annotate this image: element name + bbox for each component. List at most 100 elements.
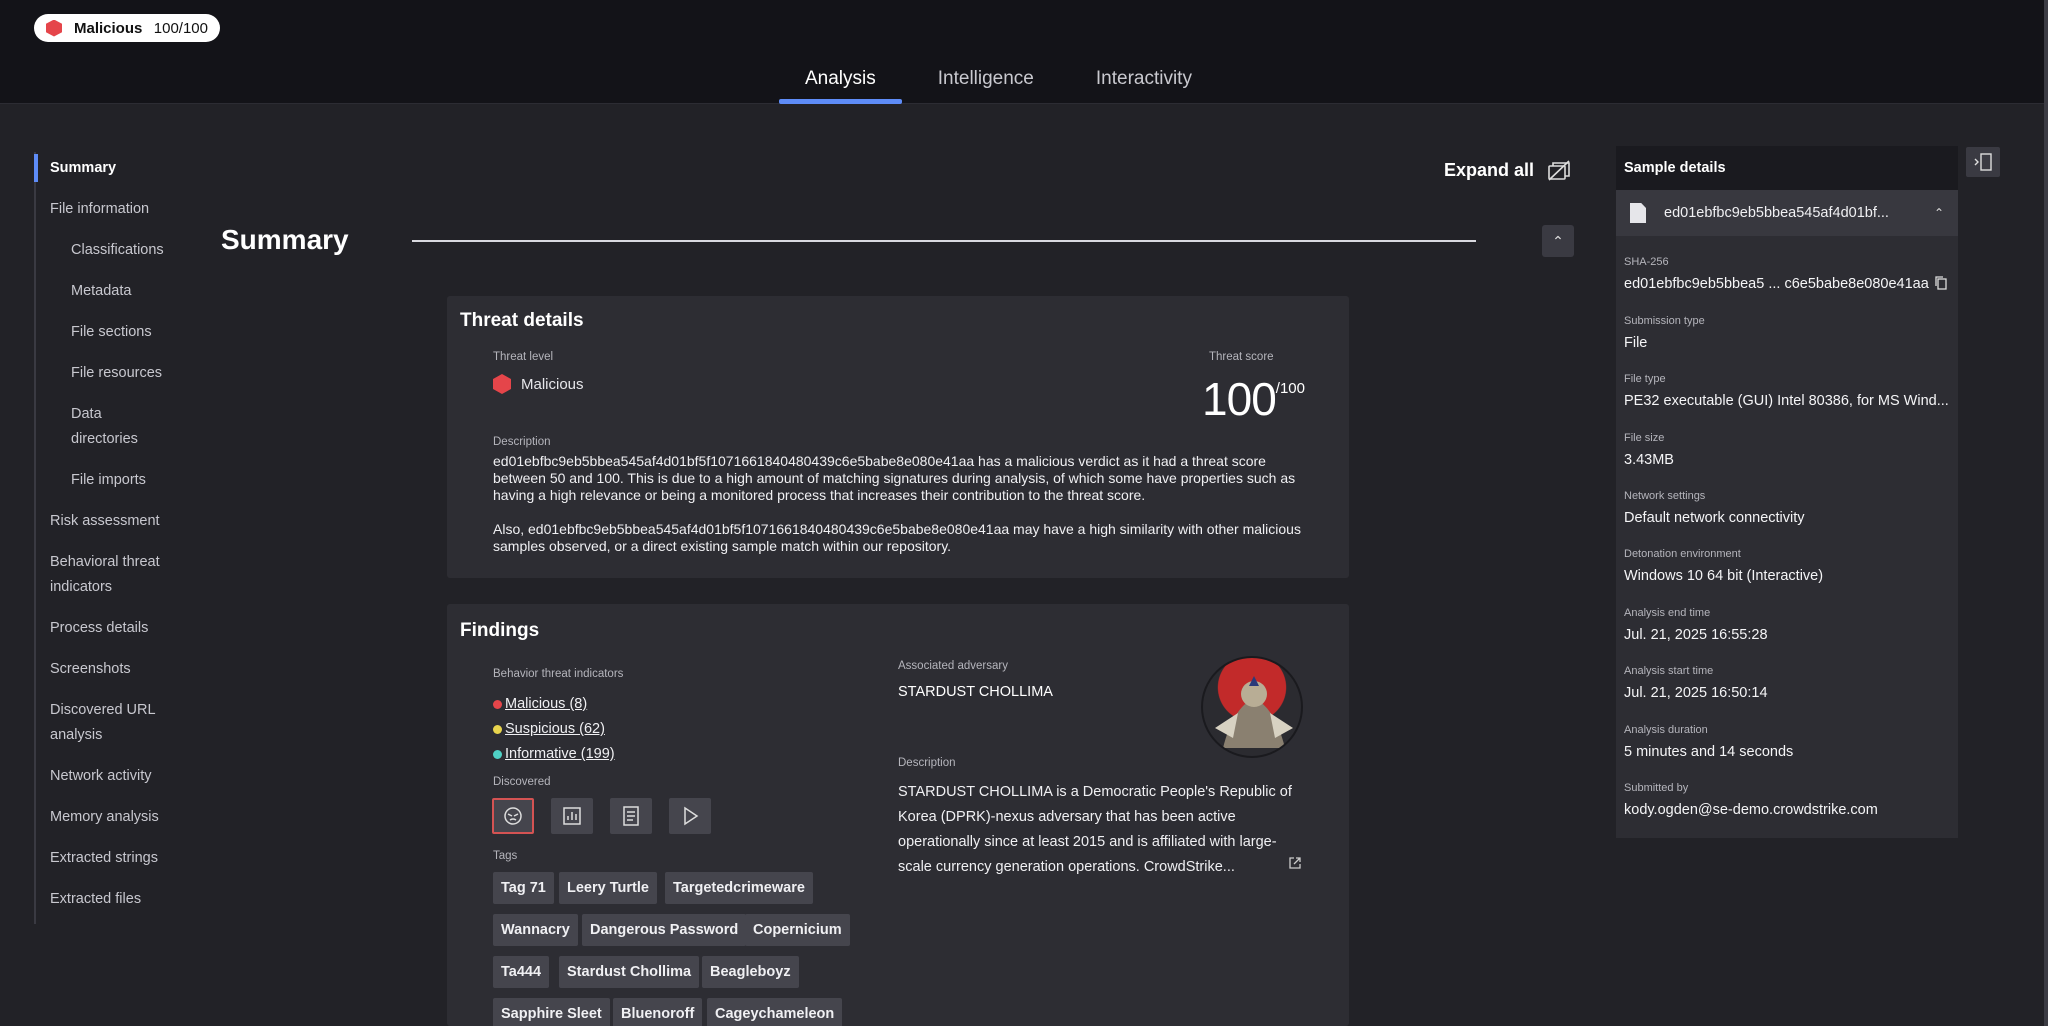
tag-chip[interactable]: Dangerous Password (582, 914, 747, 946)
tags-label: Tags (493, 850, 518, 862)
nav-item-extracted-files[interactable]: Extracted files (36, 883, 194, 915)
submitted-by-value: kody.ogden@se-demo.crowdstrike.com (1624, 802, 1878, 818)
file-type-value: PE32 executable (GUI) Intel 80386, for M… (1624, 393, 1949, 409)
nav-item-network-activity[interactable]: Network activity (36, 760, 194, 792)
network-settings-label: Network settings (1624, 490, 1706, 502)
analysis-duration-label: Analysis duration (1624, 724, 1708, 736)
teal-dot-icon (493, 749, 502, 759)
sample-file-row[interactable]: ed01ebfbc9eb5bbea545af4d01bf... ⌃ (1616, 190, 1958, 236)
file-size-value: 3.43MB (1624, 452, 1674, 468)
adversary-icon[interactable] (492, 798, 534, 834)
tag-chip[interactable]: Copernicium (745, 914, 850, 946)
file-size-label: File size (1624, 432, 1665, 444)
play-icon[interactable] (669, 798, 711, 834)
nav-item-file-information[interactable]: File information (36, 193, 194, 225)
bti-suspicious: Suspicious (62) (493, 721, 605, 737)
adversary-name: STARDUST CHOLLIMA (898, 684, 1053, 700)
toggle-panel-button[interactable] (1966, 147, 2000, 177)
yellow-dot-icon (493, 724, 502, 734)
nav-item-file-imports[interactable]: File imports (36, 464, 194, 496)
sha256-value: ed01ebfbc9eb5bbea5 ... c6e5babe8e080e41a… (1624, 276, 1929, 292)
tab-analysis[interactable]: Analysis (779, 56, 902, 104)
tag-chip[interactable]: Sapphire Sleet (493, 998, 610, 1026)
tag-chip[interactable]: Tag 71 (493, 872, 554, 904)
bti-informative-link[interactable]: Informative (199) (505, 746, 615, 762)
section-nav: Summary File information Classifications… (34, 152, 194, 924)
red-dot-icon (493, 699, 502, 709)
bti-malicious-link[interactable]: Malicious (8) (505, 696, 587, 712)
chevron-up-icon: ⌃ (1552, 232, 1564, 249)
copy-icon[interactable] (1934, 275, 1948, 291)
submission-type-label: Submission type (1624, 315, 1705, 327)
bti-suspicious-link[interactable]: Suspicious (62) (505, 721, 605, 737)
nav-item-screenshots[interactable]: Screenshots (36, 653, 194, 685)
document-icon[interactable] (610, 798, 652, 834)
adversary-description: STARDUST CHOLLIMA is a Democratic People… (898, 784, 1292, 875)
panel-collapse-icon (1974, 153, 1992, 171)
nav-item-extracted-strings[interactable]: Extracted strings (36, 842, 194, 874)
tag-chip[interactable]: Wannacry (493, 914, 578, 946)
bti-informative: Informative (199) (493, 746, 615, 762)
description-label: Description (493, 436, 551, 448)
nav-item-file-sections[interactable]: File sections (36, 316, 194, 348)
tag-chip[interactable]: Bluenoroff (613, 998, 703, 1026)
external-link-icon[interactable] (1288, 856, 1302, 870)
analysis-start-value: Jul. 21, 2025 16:50:14 (1624, 685, 1768, 701)
tag-chip[interactable]: Cageychameleon (707, 998, 843, 1026)
title-divider (412, 240, 1476, 242)
threat-level-value: Malicious (493, 374, 584, 394)
analysis-start-label: Analysis start time (1624, 665, 1714, 677)
nav-item-risk-assessment[interactable]: Risk assessment (36, 505, 194, 537)
threat-description: ed01ebfbc9eb5bbea545af4d01bf5f1071661840… (493, 453, 1296, 503)
tag-chip[interactable]: Leery Turtle (559, 872, 657, 904)
bti-label: Behavior threat indicators (493, 668, 624, 680)
analysis-duration-value: 5 minutes and 14 seconds (1624, 744, 1794, 760)
network-settings-value: Default network connectivity (1624, 510, 1805, 526)
sample-details-panel: Sample details ed01ebfbc9eb5bbea545af4d0… (1616, 146, 1958, 838)
verdict-badge: Malicious 100/100 (34, 14, 220, 42)
tab-intelligence[interactable]: Intelligence (938, 56, 1034, 104)
expand-all-icon[interactable] (1546, 158, 1572, 184)
main-tabs: Analysis Intelligence Interactivity (779, 56, 1254, 104)
tag-chip[interactable]: Ta444 (493, 956, 550, 988)
sha256-label: SHA-256 (1624, 256, 1669, 268)
adversary-label: Associated adversary (898, 660, 1008, 672)
submission-type-value: File (1624, 335, 1648, 351)
top-bar: Malicious 100/100 Analysis Intelligence … (0, 0, 2048, 104)
sample-file-name: ed01ebfbc9eb5bbea545af4d01bf... (1664, 205, 1889, 221)
tag-chip[interactable]: Targetedcrimeware (665, 872, 813, 904)
threat-similarity-description: Also, ed01ebfbc9eb5bbea545af4d01bf5f1071… (493, 521, 1301, 554)
nav-item-summary[interactable]: Summary (34, 152, 194, 184)
chevron-up-icon[interactable]: ⌃ (1934, 206, 1944, 220)
analysis-end-value: Jul. 21, 2025 16:55:28 (1624, 627, 1768, 643)
verdict-score: 100/100 (153, 19, 208, 37)
threat-score-label: Threat score (1209, 351, 1274, 363)
nav-item-behavioral-threat-indicators[interactable]: Behavioral threat indicators (36, 546, 186, 603)
nav-item-classifications[interactable]: Classifications (36, 234, 194, 266)
malicious-hexagon-icon (46, 19, 62, 37)
tag-chip[interactable]: Beagleboyz (702, 956, 799, 988)
page-title: Summary (221, 224, 349, 255)
expand-all-button[interactable]: Expand all (1444, 160, 1534, 181)
chart-icon[interactable] (551, 798, 593, 834)
collapse-section-button[interactable]: ⌃ (1542, 225, 1574, 257)
malicious-hexagon-icon (493, 374, 511, 394)
nav-item-data-directories[interactable]: Data directories (36, 398, 156, 455)
nav-item-discovered-url-analysis[interactable]: Discovered URL analysis (36, 694, 176, 751)
nav-item-metadata[interactable]: Metadata (36, 275, 194, 307)
findings-title: Findings (460, 620, 540, 641)
detonation-env-value: Windows 10 64 bit (Interactive) (1624, 568, 1824, 584)
adversary-description-label: Description (898, 757, 956, 769)
analysis-end-label: Analysis end time (1624, 607, 1711, 619)
tab-interactivity[interactable]: Interactivity (1096, 56, 1192, 104)
file-icon (1630, 203, 1646, 223)
nav-item-process-details[interactable]: Process details (36, 612, 194, 644)
discovered-label: Discovered (493, 776, 551, 788)
tag-chip[interactable]: Stardust Chollima (559, 956, 700, 988)
threat-level-label: Threat level (493, 351, 554, 363)
nav-item-file-resources[interactable]: File resources (36, 357, 194, 389)
detonation-env-label: Detonation environment (1624, 548, 1741, 560)
findings-card: Findings Behavior threat indicators Mali… (447, 604, 1349, 1026)
sample-details-title: Sample details (1616, 146, 1958, 190)
nav-item-memory-analysis[interactable]: Memory analysis (36, 801, 194, 833)
